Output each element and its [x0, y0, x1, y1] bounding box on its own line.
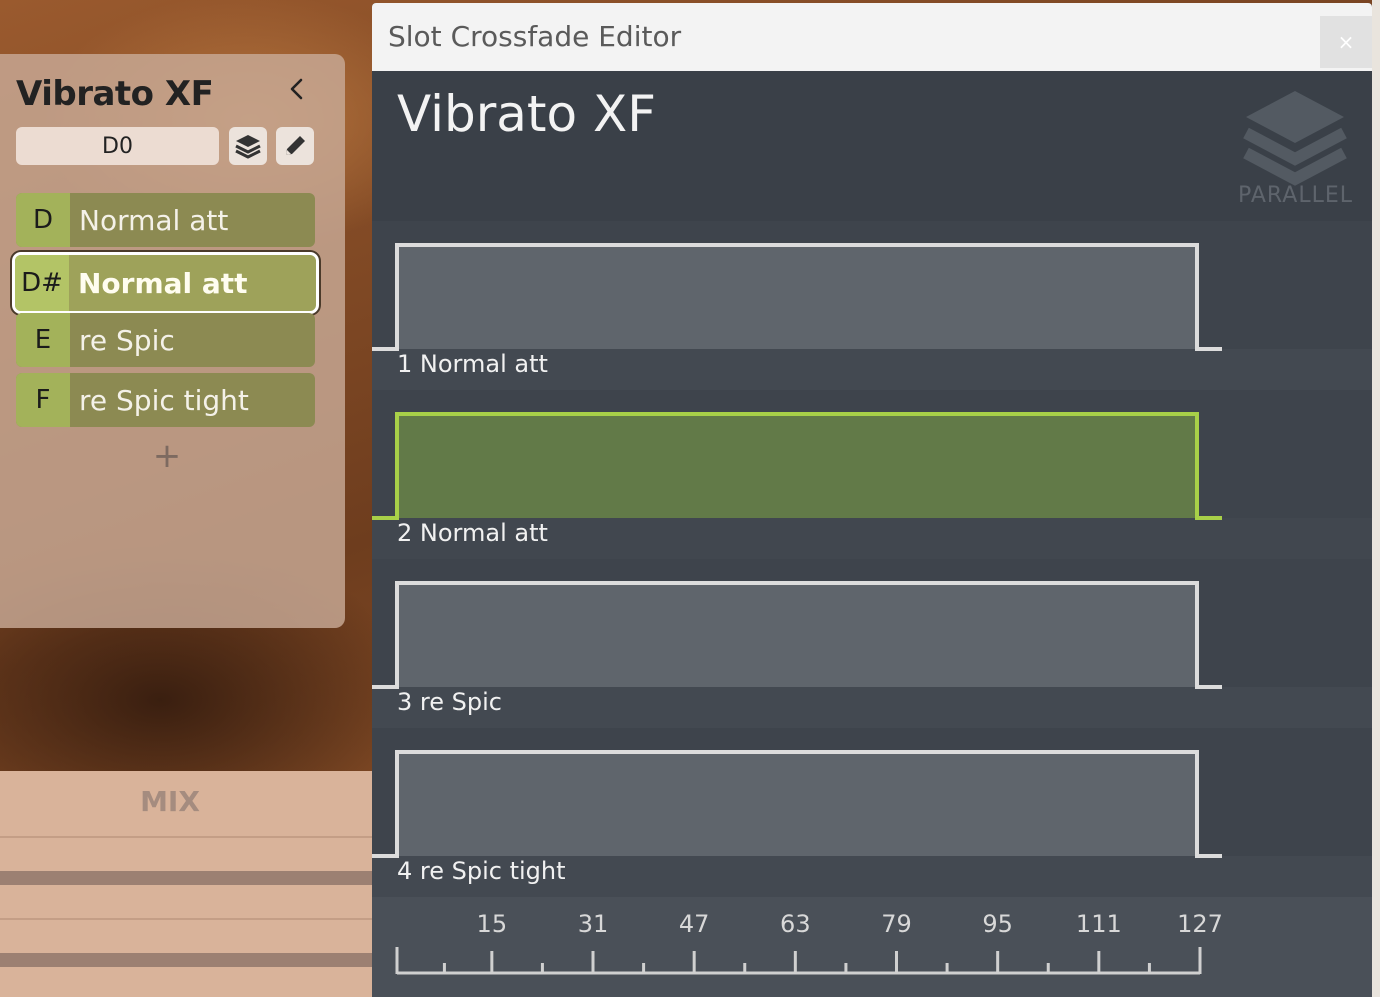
articulation-name: re Spic tight [79, 383, 249, 417]
edit-button[interactable] [276, 127, 314, 165]
articulation-name: re Spic [79, 323, 175, 357]
articulation-row[interactable]: Fre Spic tight [16, 373, 315, 427]
articulation-note: F [16, 373, 70, 427]
crossfade-region [397, 583, 1197, 687]
articulation-note: D [16, 193, 70, 247]
key-switch-field[interactable]: D0 [16, 127, 219, 165]
crossfade-lane: 3 re Spic [372, 559, 1372, 728]
crossfade-lanes: 1 Normal att 2 Normal att 3 re Spic 4 re Sp… [372, 221, 1372, 897]
lane-label: 1 Normal att [397, 350, 548, 378]
crossfade-lane: 1 Normal att [372, 221, 1372, 390]
parallel-layers-icon[interactable] [1240, 89, 1350, 189]
articulation-row[interactable]: Ere Spic [16, 313, 315, 367]
articulation-row[interactable]: D# Normal att [12, 252, 319, 314]
lane-label: 3 re Spic [397, 688, 502, 716]
articulation-row[interactable]: D Normal att [16, 193, 315, 247]
lane-label: 2 Normal att [397, 519, 548, 547]
articulation-note: E [16, 313, 70, 367]
crossfade-region [397, 752, 1197, 856]
crossfade-region [397, 414, 1197, 518]
crossfade-lane: 4 re Spic tight [372, 728, 1372, 897]
articulation-name: Normal att [78, 266, 248, 300]
mix-label[interactable]: MIX [0, 785, 340, 818]
crossfade-editor-window: Slot Crossfade Editor × Vibrato XF PARAL… [372, 3, 1372, 997]
crossfade-curve[interactable] [372, 390, 1372, 525]
crossfade-curve[interactable] [372, 559, 1372, 694]
mix-fader-track[interactable] [0, 871, 372, 885]
articulation-name: Normal att [79, 203, 229, 237]
close-button[interactable]: × [1320, 16, 1372, 68]
ruler-scale[interactable] [372, 897, 1372, 997]
crossfade-lane: 2 Normal att [372, 390, 1372, 559]
crossfade-region [397, 245, 1197, 349]
mix-divider [0, 918, 372, 920]
slot-heading: Vibrato XF [397, 85, 657, 143]
layers-icon [235, 135, 261, 159]
crossfade-curve[interactable] [372, 728, 1372, 863]
lane-label: 4 re Spic tight [397, 857, 566, 885]
velocity-ruler: 15 31 47 63 79 95 111 127 [372, 897, 1372, 997]
mode-label[interactable]: PARALLEL [1238, 183, 1358, 208]
crossfade-curve[interactable] [372, 221, 1372, 356]
slot-title: Vibrato XF [16, 74, 214, 114]
add-articulation-button[interactable]: + [150, 436, 184, 476]
slot-panel: Vibrato XF D0 D Normal att D# Normal att Ere… [0, 54, 345, 628]
articulation-note: D# [15, 255, 69, 311]
collapse-panel-button[interactable] [280, 72, 314, 106]
window-title: Slot Crossfade Editor [388, 20, 682, 53]
background-window-edge [1372, 0, 1380, 997]
window-titlebar[interactable]: Slot Crossfade Editor × [372, 3, 1372, 71]
chevron-left-icon [290, 78, 303, 100]
editor-header: Vibrato XF PARALLEL [372, 71, 1372, 221]
pencil-icon [286, 136, 305, 155]
mix-fader-track[interactable] [0, 953, 372, 967]
mix-divider [0, 836, 372, 838]
layers-button[interactable] [229, 127, 267, 165]
